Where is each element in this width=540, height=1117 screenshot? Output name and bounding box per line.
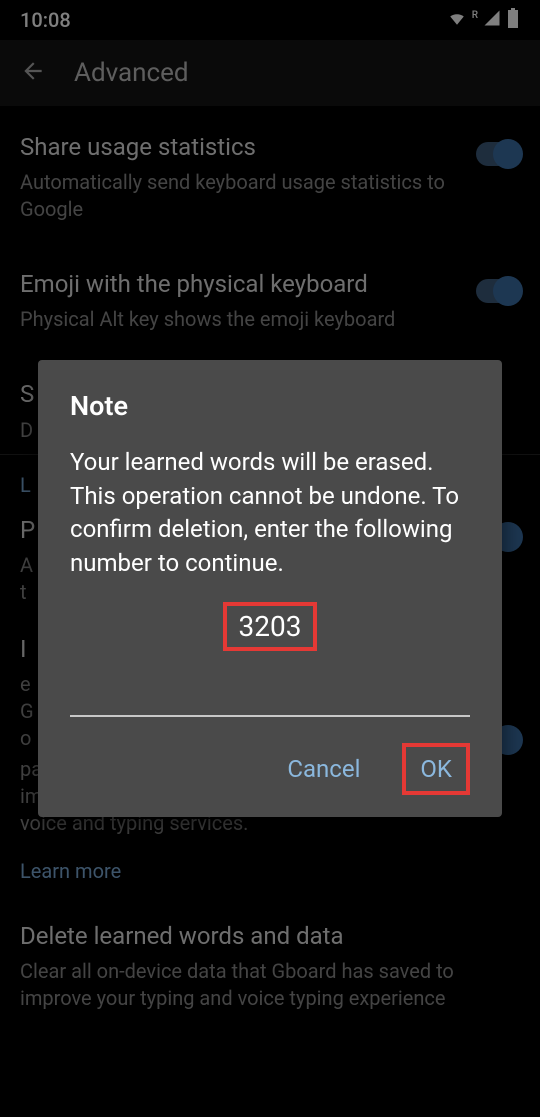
dialog-title: Note	[70, 390, 470, 422]
dialog-message: Your learned words will be erased. This …	[70, 446, 470, 580]
toggle-switch[interactable]	[476, 142, 520, 166]
cancel-button[interactable]: Cancel	[273, 747, 374, 791]
ok-button[interactable]: OK	[406, 747, 466, 791]
status-time: 10:08	[20, 8, 71, 32]
learn-more-link[interactable]: Learn more	[20, 847, 520, 895]
dialog-actions: Cancel OK	[70, 743, 470, 795]
status-icons: R	[446, 8, 520, 33]
setting-title: Share usage statistics	[20, 132, 456, 163]
setting-desc: Physical Alt key shows the emoji keyboar…	[20, 306, 456, 333]
setting-emoji-physical[interactable]: Emoji with the physical keyboard Physica…	[20, 243, 520, 353]
setting-delete-learned[interactable]: Delete learned words and data Clear all …	[20, 895, 520, 1032]
confirm-dialog: Note Your learned words will be erased. …	[38, 360, 502, 817]
toggle-switch[interactable]	[476, 279, 520, 303]
setting-desc: Automatically send keyboard usage statis…	[20, 169, 456, 223]
signal-badge: R	[472, 10, 478, 21]
dialog-code-input[interactable]	[70, 679, 470, 717]
app-bar: Advanced	[0, 40, 540, 106]
setting-title: Delete learned words and data	[20, 921, 520, 952]
setting-share-usage[interactable]: Share usage statistics Automatically sen…	[20, 106, 520, 243]
page-title: Advanced	[74, 58, 189, 88]
setting-desc: Clear all on-device data that Gboard has…	[20, 958, 520, 1012]
back-arrow-icon[interactable]	[20, 58, 46, 88]
status-bar: 10:08 R	[0, 0, 540, 40]
setting-title: Emoji with the physical keyboard	[20, 269, 456, 300]
battery-icon	[506, 8, 520, 33]
dialog-confirmation-code: 3203	[223, 602, 318, 651]
wifi-icon	[446, 8, 468, 32]
cellular-icon	[482, 8, 502, 32]
